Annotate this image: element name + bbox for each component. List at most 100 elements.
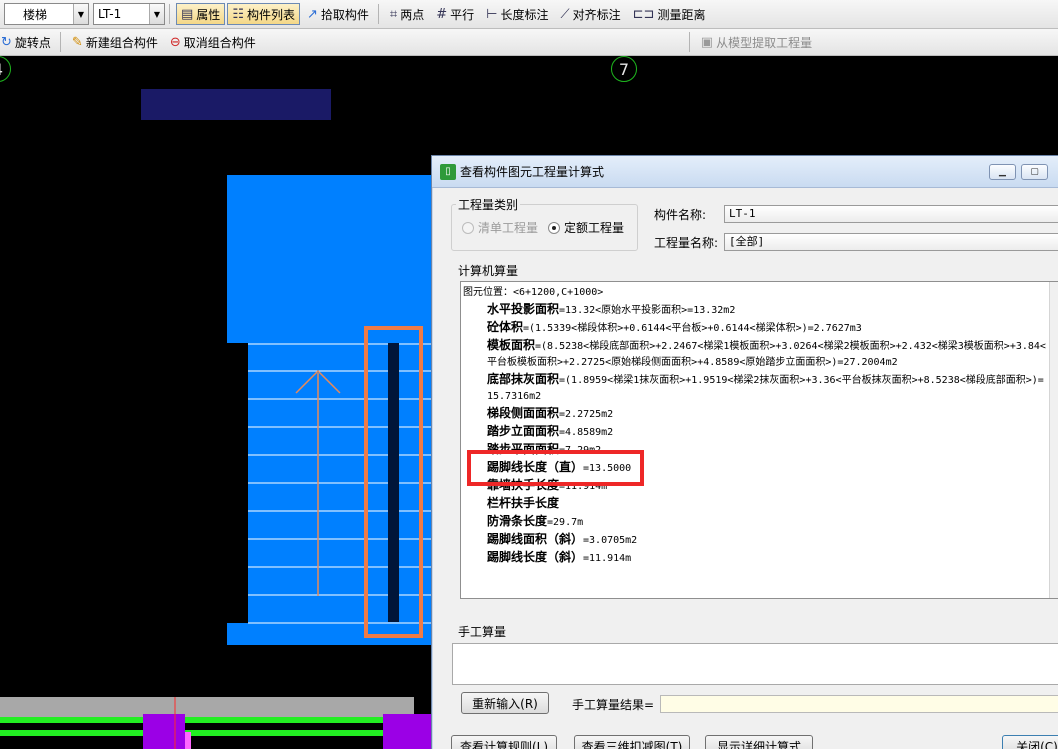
handrail-inner [388,343,399,622]
calc-line-term: 砼体积 [487,320,524,334]
manual-calc-textbox[interactable] [452,643,1058,685]
component-list-label: 构件列表 [246,7,295,22]
quantity-type-group: 工程量类别 清单工程量 定额工程量 [451,196,638,251]
manual-calc-label: 手工算量 [458,625,507,639]
component-name-value: LT-1 [98,7,122,21]
calc-line: 踢脚线面积（斜）=3.0705m2 [463,531,1049,549]
cancel-group-icon: ⊖ [169,34,181,50]
component-name-field[interactable]: LT-1 [724,205,1058,223]
purple-column-right [383,714,431,749]
list-icon: ☷ [232,6,244,22]
manual-result-label: 手工算量结果= [572,698,655,712]
extract-quantity-label: 从模型提取工程量 [716,35,813,50]
component-list-button[interactable]: ☷ 构件列表 [227,3,300,25]
calc-line-formula: =2.2725m2 [559,409,614,420]
pick-component-button[interactable]: ↗ 拾取构件 [302,3,374,25]
calc-line-formula: =7.29m2 [559,445,602,456]
cancel-group-component-label: 取消组合构件 [183,35,256,50]
maximize-icon: ▢ [1030,167,1039,177]
component-type-value: 楼梯 [23,7,48,22]
properties-button[interactable]: ▤ 属性 [176,3,226,25]
bottom-grid-band [0,697,414,717]
calc-line-formula: =29.7m [547,517,584,528]
calc-line-formula: =4.8589m2 [559,427,614,438]
properties-label: 属性 [196,7,221,22]
pick-arrow-icon: ↗ [306,6,318,22]
computer-calc-label: 计算机算量 [458,264,519,278]
calc-formula-text: 图元位置：<6+1200,C+1000> 水平投影面积=13.32<原始水平投影面… [463,285,1049,567]
quantity-formula-dialog: ▯ 查看构件图元工程量计算式 ▁ ▢ 工程量类别 清单工程量 定额工程量 构件名… [431,155,1058,749]
calc-line: 踏步平面面积=7.29m2 [463,441,1049,459]
calc-line: 栏杆扶手长度 [463,495,1049,513]
minimize-button[interactable]: ▁ [989,164,1016,180]
calc-line: 踢脚线长度（直）=13.5000 [463,459,1049,477]
parallel-button[interactable]: # 平行 [431,3,479,25]
rotate-icon: ↻ [1,34,12,50]
cancel-group-component-button[interactable]: ⊖ 取消组合构件 [165,31,261,53]
calc-scrollbar[interactable] [1049,282,1058,598]
chevron-down-icon[interactable]: ▼ [73,4,88,24]
calc-line: 踏步立面面积=4.8589m2 [463,423,1049,441]
calc-line-formula: =13.5000 [583,463,632,474]
radio-quota-quantity[interactable]: 定额工程量 [548,219,624,236]
component-name-label: 构件名称: [654,208,707,222]
manual-result-field[interactable] [660,695,1058,713]
reinput-button[interactable]: 重新输入(R) [461,692,549,714]
pink-marker [185,732,191,749]
new-group-icon: ✎ [71,34,83,50]
calc-line-formula: =(1.5339<梯段体积>+0.6144<平台板>+0.6144<梯梁体积>)… [523,323,862,334]
purple-column-left [143,714,185,749]
computer-calc-textbox[interactable]: 图元位置：<6+1200,C+1000> 水平投影面积=13.32<原始水平投影面… [460,281,1058,599]
separator [688,32,690,52]
component-name-combo[interactable]: LT-1 ▼ [93,3,165,25]
component-type-combo[interactable]: 楼梯 ▼ [4,3,89,25]
separator [169,4,170,24]
measure-distance-button[interactable]: ⊏⊐ 测量距离 [628,3,711,25]
chevron-down-icon[interactable]: ▼ [149,4,164,24]
align-dimension-icon: ⟋ [560,6,570,22]
align-dimension-button[interactable]: ⟋ 对齐标注 [556,3,626,25]
dialog-titlebar[interactable]: ▯ 查看构件图元工程量计算式 ▁ ▢ [432,156,1058,188]
rotate-point-button[interactable]: ↻ 旋转点 [0,31,56,53]
calc-line: 防滑条长度=29.7m [463,513,1049,531]
parallel-icon: # [436,6,448,22]
quantity-name-field[interactable]: [全部] [724,233,1058,251]
extract-icon: ▣ [700,34,714,50]
length-dimension-button[interactable]: ⊢ 长度标注 [481,3,553,25]
calc-line-term: 模板面积 [487,338,536,352]
calc-line-term: 踢脚线长度（斜） [487,550,584,564]
calc-line: 靠墙扶手长度=11.914m [463,477,1049,495]
view-calc-rules-button[interactable]: 查看计算规则(L) [451,735,557,749]
radio-list-quantity[interactable]: 清单工程量 [462,219,538,236]
calc-line-term: 水平投影面积 [487,302,560,316]
calc-line-term: 踏步立面面积 [487,424,560,438]
two-point-icon: ⌗ [389,6,398,22]
quantity-name-label: 工程量名称: [654,236,719,250]
new-group-component-label: 新建组合构件 [85,35,158,50]
app-icon: ▯ [440,163,456,180]
show-detail-formula-button[interactable]: 显示详细计算式 [705,735,813,749]
pick-component-label: 拾取构件 [320,7,369,22]
calc-line: 梯段侧面面积=2.2725m2 [463,405,1049,423]
calc-line-formula: =3.0705m2 [583,535,638,546]
two-point-button[interactable]: ⌗ 两点 [385,3,429,25]
calc-line-formula: =13.32<原始水平投影面积>=13.32m2 [559,305,736,316]
new-group-component-button[interactable]: ✎ 新建组合构件 [67,31,163,53]
align-dimension-label: 对齐标注 [572,7,621,22]
stair-landing [227,175,432,343]
measure-distance-label: 测量距离 [657,7,706,22]
properties-icon: ▤ [181,6,194,22]
calc-line: 踢脚线长度（斜）=11.914m [463,549,1049,567]
calc-line-term: 防滑条长度 [487,514,548,528]
separator [377,4,379,24]
calc-line-term: 踏步平面面积 [487,442,560,456]
rotate-point-label: 旋转点 [14,35,51,50]
length-dimension-icon: ⊢ [486,6,498,22]
length-dimension-label: 长度标注 [500,7,549,22]
view-3d-deduction-button[interactable]: 查看三维扣减图(T) [574,735,690,749]
main-toolbar: 楼梯 ▼ LT-1 ▼ ▤ 属性 ☷ 构件列表 ↗ 拾取构件 ⌗ 两点 # 平行… [0,0,1058,29]
extract-quantity-button[interactable]: ▣ 从模型提取工程量 [696,31,817,53]
close-button[interactable]: 关闭(C) [1002,735,1058,749]
maximize-button[interactable]: ▢ [1021,164,1048,180]
calc-line-term: 靠墙扶手长度 [487,478,560,492]
